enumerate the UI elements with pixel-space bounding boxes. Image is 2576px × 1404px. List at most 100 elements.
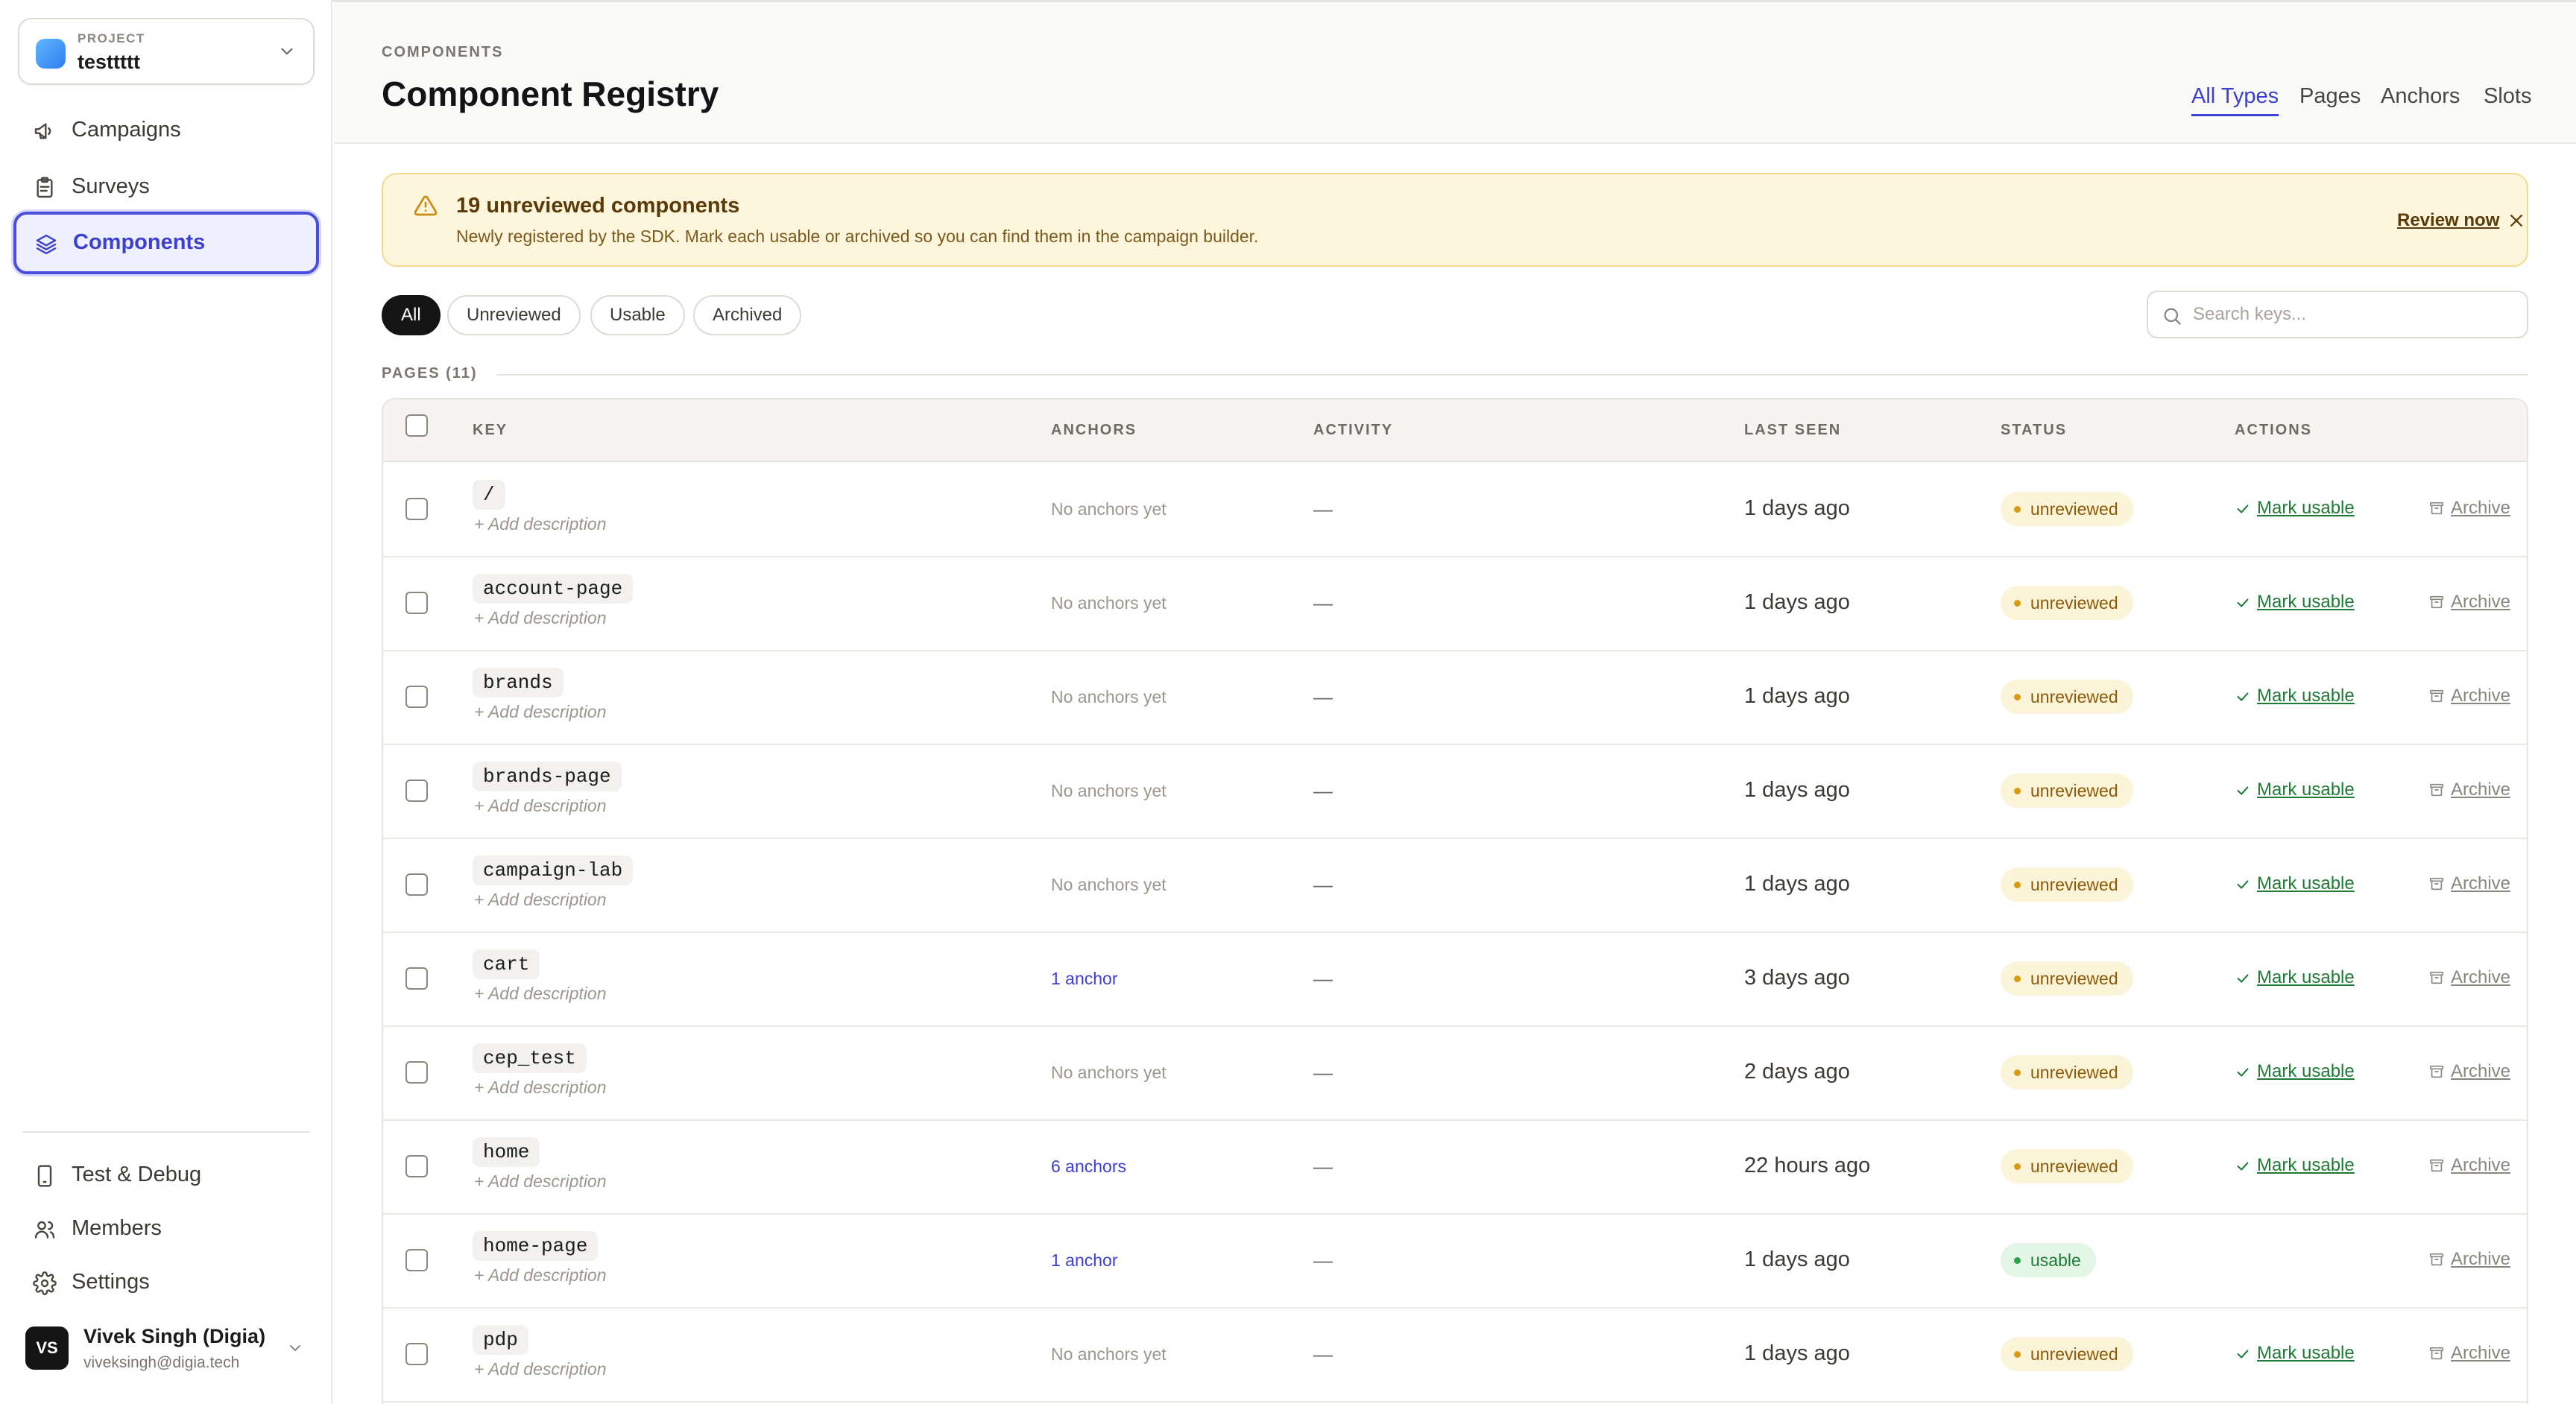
review-now-link[interactable]: Review now — [2397, 210, 2499, 231]
archive-button[interactable]: Archive — [2428, 873, 2510, 894]
sidebar-item-settings[interactable]: Settings — [15, 1256, 318, 1309]
column-header-last-seen: LAST SEEN — [1744, 422, 1842, 438]
archive-button[interactable]: Archive — [2428, 967, 2510, 988]
archive-button[interactable]: Archive — [2428, 780, 2510, 800]
status-badge: unreviewed — [2001, 961, 2133, 996]
add-description-link[interactable]: + Add description — [474, 1265, 607, 1286]
sidebar-item-surveys[interactable]: Surveys — [15, 161, 318, 213]
add-description-link[interactable]: + Add description — [474, 514, 607, 534]
sidebar: PROJECT testtttt Campaigns Surveys Compo… — [0, 0, 332, 1404]
mark-usable-label: Mark usable — [2257, 873, 2355, 894]
add-description-link[interactable]: + Add description — [474, 608, 607, 628]
row-checkbox[interactable] — [405, 780, 428, 802]
app-window: PROJECT testtttt Campaigns Surveys Compo… — [0, 0, 2576, 1404]
archive-button[interactable]: Archive — [2428, 686, 2510, 706]
add-description-link[interactable]: + Add description — [474, 796, 607, 816]
row-checkbox[interactable] — [405, 967, 428, 990]
row-checkbox[interactable] — [405, 873, 428, 896]
section-divider — [496, 374, 2528, 376]
sidebar-item-campaigns[interactable]: Campaigns — [15, 104, 318, 156]
check-icon — [2237, 786, 2249, 795]
add-description-link[interactable]: + Add description — [474, 702, 607, 722]
table-row: brands + Add description No anchors yet — 1 … — [383, 651, 2527, 745]
search-icon — [2164, 308, 2181, 325]
tab-slots[interactable]: Slots — [2484, 84, 2531, 109]
column-header-anchors: ANCHORS — [1051, 422, 1137, 438]
mark-usable-button[interactable]: Mark usable — [2235, 686, 2355, 706]
avatar[interactable]: VS — [25, 1326, 69, 1370]
archive-button[interactable]: Archive — [2428, 1249, 2510, 1270]
anchors-cell[interactable]: 1 anchor — [1051, 969, 1118, 989]
filter-all[interactable]: All — [382, 295, 441, 335]
last-seen-cell: 1 days ago — [1744, 1341, 1850, 1365]
table-row: account-page + Add description No anchors … — [383, 557, 2527, 651]
row-checkbox[interactable] — [405, 1061, 428, 1084]
activity-cell: — — [1313, 1343, 1333, 1365]
status-badge: unreviewed — [2001, 774, 2133, 808]
row-checkbox[interactable] — [405, 686, 428, 708]
column-header-status: STATUS — [2001, 422, 2068, 438]
anchors-cell: No anchors yet — [1051, 593, 1167, 613]
component-key: / — [473, 480, 505, 510]
mark-usable-button[interactable]: Mark usable — [2235, 498, 2355, 519]
megaphone-icon — [34, 123, 51, 139]
filter-unreviewed[interactable]: Unreviewed — [447, 295, 581, 335]
row-checkbox[interactable] — [405, 498, 428, 520]
project-eyebrow: PROJECT — [78, 31, 145, 45]
last-seen-cell: 3 days ago — [1744, 966, 1850, 990]
archive-button[interactable]: Archive — [2428, 1343, 2510, 1364]
status-badge: unreviewed — [2001, 867, 2133, 902]
tab-pages[interactable]: Pages — [2299, 84, 2361, 109]
row-checkbox[interactable] — [405, 1343, 428, 1365]
mark-usable-button[interactable]: Mark usable — [2235, 1155, 2355, 1176]
row-checkbox[interactable] — [405, 592, 428, 614]
mark-usable-label: Mark usable — [2257, 686, 2355, 706]
project-switcher[interactable]: PROJECT testtttt — [18, 18, 315, 85]
anchors-cell: No anchors yet — [1051, 781, 1167, 800]
add-description-link[interactable]: + Add description — [474, 1359, 607, 1379]
add-description-link[interactable]: + Add description — [474, 1078, 607, 1098]
archive-label: Archive — [2451, 873, 2511, 894]
tab-anchors[interactable]: Anchors — [2381, 84, 2460, 109]
archive-button[interactable]: Archive — [2428, 498, 2510, 519]
mark-usable-button[interactable]: Mark usable — [2235, 1343, 2355, 1364]
status-badge: unreviewed — [2001, 680, 2133, 714]
anchors-cell: No anchors yet — [1051, 499, 1167, 519]
close-icon[interactable] — [2507, 212, 2525, 230]
last-seen-cell: 2 days ago — [1744, 1060, 1850, 1084]
column-header-actions: ACTIONS — [2235, 422, 2312, 438]
mark-usable-button[interactable]: Mark usable — [2235, 1061, 2355, 1082]
add-description-link[interactable]: + Add description — [474, 984, 607, 1004]
sidebar-item-components[interactable]: Components — [13, 212, 319, 274]
search-input[interactable] — [2193, 300, 2513, 329]
archive-button[interactable]: Archive — [2428, 1155, 2510, 1176]
mark-usable-button[interactable]: Mark usable — [2235, 967, 2355, 988]
archive-button[interactable]: Archive — [2428, 592, 2510, 613]
sidebar-item-label: Surveys — [72, 174, 150, 198]
mark-usable-button[interactable]: Mark usable — [2235, 592, 2355, 613]
row-checkbox[interactable] — [405, 1249, 428, 1271]
filter-archived[interactable]: Archived — [693, 295, 802, 335]
filter-usable[interactable]: Usable — [590, 295, 685, 335]
mark-usable-label: Mark usable — [2257, 592, 2355, 612]
table-row: brands-page + Add description No anchors y… — [383, 745, 2527, 839]
sidebar-item-members[interactable]: Members — [15, 1203, 318, 1255]
check-icon — [2237, 1068, 2249, 1077]
mark-usable-label: Mark usable — [2257, 780, 2355, 800]
check-icon — [2237, 1350, 2249, 1359]
anchors-cell[interactable]: 6 anchors — [1051, 1157, 1126, 1177]
sidebar-item-test-debug[interactable]: Test & Debug — [15, 1149, 318, 1201]
mark-usable-button[interactable]: Mark usable — [2235, 873, 2355, 894]
add-description-link[interactable]: + Add description — [474, 890, 607, 910]
users-icon — [34, 1221, 55, 1239]
tab-all-types[interactable]: All Types — [2191, 84, 2279, 116]
select-all-checkbox[interactable] — [405, 414, 428, 437]
mark-usable-button[interactable]: Mark usable — [2235, 780, 2355, 800]
anchors-cell[interactable]: 1 anchor — [1051, 1250, 1118, 1271]
chevron-down-icon[interactable] — [286, 1339, 304, 1357]
status-badge: unreviewed — [2001, 1337, 2133, 1371]
row-checkbox[interactable] — [405, 1155, 428, 1177]
add-description-link[interactable]: + Add description — [474, 1171, 607, 1192]
archive-button[interactable]: Archive — [2428, 1061, 2510, 1082]
table-row: cart + Add description 1 anchor — 3 days ago… — [383, 933, 2527, 1027]
